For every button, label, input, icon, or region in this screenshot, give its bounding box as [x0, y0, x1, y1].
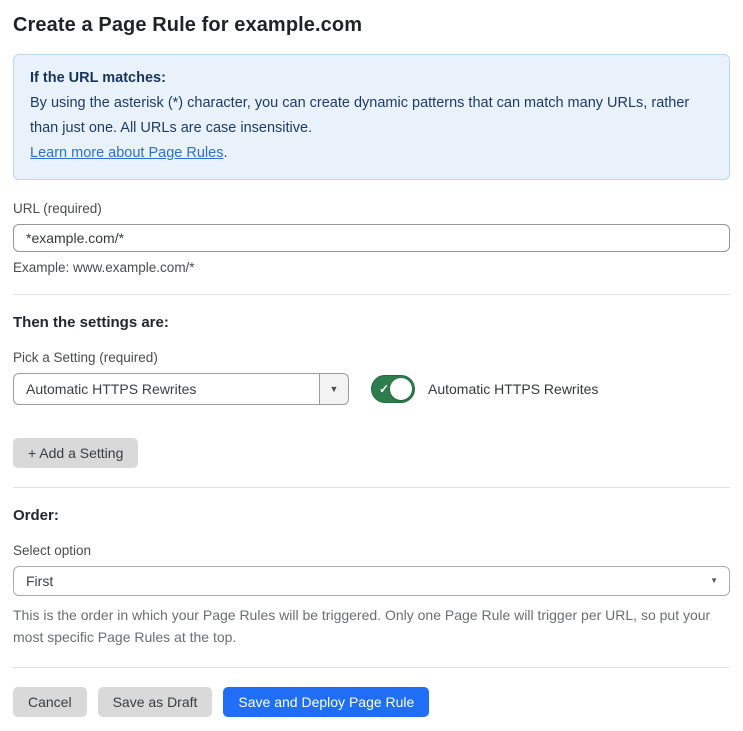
add-setting-button[interactable]: + Add a Setting: [13, 438, 139, 468]
cancel-button[interactable]: Cancel: [13, 687, 87, 717]
url-example-text: Example: www.example.com/*: [13, 260, 195, 275]
order-select-label: Select option: [13, 543, 92, 558]
setting-dropdown-button[interactable]: ▼: [319, 373, 349, 405]
page-title: Create a Page Rule for example.com: [13, 14, 363, 36]
chevron-down-icon: ▼: [329, 383, 339, 394]
setting-toggle[interactable]: ✓: [371, 375, 415, 403]
divider: [13, 294, 730, 295]
create-page-rule-panel: Create a Page Rule for example.com If th…: [0, 0, 743, 731]
info-box-link-line: Learn more about Page Rules.: [30, 141, 713, 166]
setting-row: Automatic HTTPS Rewrites ▼ ✓ Automatic H…: [13, 373, 730, 405]
url-input[interactable]: [13, 224, 730, 252]
order-help-text: This is the order in which your Page Rul…: [13, 607, 711, 645]
order-select[interactable]: First ▼: [13, 566, 730, 596]
setting-dropdown[interactable]: Automatic HTTPS Rewrites ▼: [13, 373, 349, 405]
order-section-heading: Order:: [13, 507, 59, 524]
save-and-deploy-button[interactable]: Save and Deploy Page Rule: [223, 687, 430, 717]
setting-dropdown-value[interactable]: Automatic HTTPS Rewrites: [13, 373, 319, 405]
chevron-down-icon: ▼: [710, 576, 718, 585]
toggle-label: Automatic HTTPS Rewrites: [428, 381, 599, 397]
learn-more-link[interactable]: Learn more about Page Rules: [30, 145, 223, 161]
toggle-knob: [390, 378, 412, 400]
link-suffix: .: [223, 145, 228, 161]
settings-section-heading: Then the settings are:: [13, 314, 169, 331]
info-box-body: By using the asterisk (*) character, you…: [30, 95, 690, 136]
url-match-info-box: If the URL matches: By using the asteris…: [13, 54, 730, 180]
divider: [13, 667, 730, 668]
check-icon: ✓: [379, 382, 390, 396]
info-box-heading: If the URL matches:: [30, 70, 166, 86]
divider: [13, 487, 730, 488]
save-as-draft-button[interactable]: Save as Draft: [97, 687, 213, 717]
pick-setting-label: Pick a Setting (required): [13, 350, 158, 365]
footer-actions: Cancel Save as Draft Save and Deploy Pag…: [13, 687, 730, 717]
url-field-label: URL (required): [13, 201, 102, 216]
order-select-value: First: [26, 573, 54, 589]
